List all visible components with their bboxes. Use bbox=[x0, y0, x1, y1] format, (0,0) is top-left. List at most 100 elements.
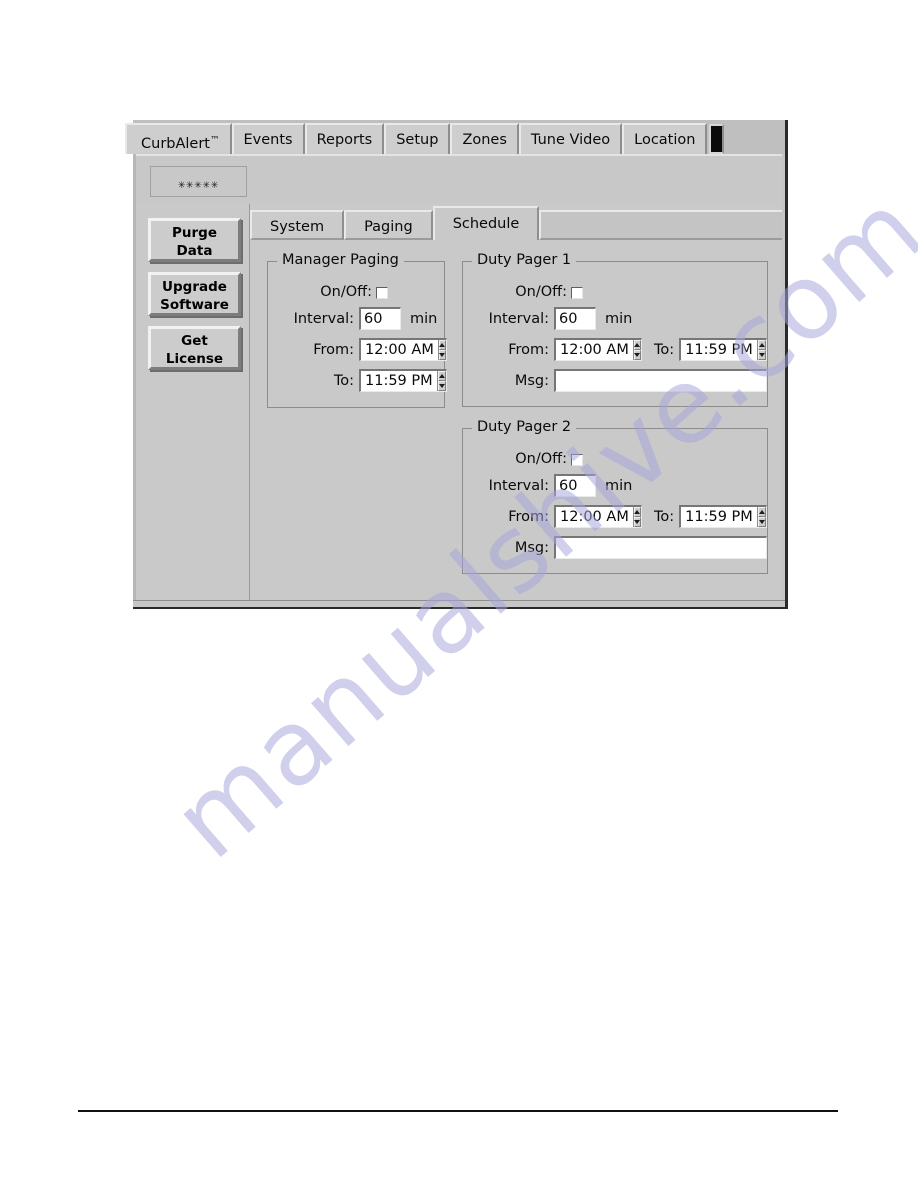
pager1-onoff-checkbox[interactable] bbox=[571, 286, 583, 299]
manager-onoff-checkbox[interactable] bbox=[376, 286, 388, 299]
tab-reports[interactable]: Reports bbox=[304, 123, 385, 154]
pager1-from-timepicker[interactable]: 12:00 AM bbox=[554, 338, 642, 361]
pager2-onoff-row: On/Off: bbox=[475, 451, 583, 467]
pager2-to-spinner[interactable] bbox=[756, 507, 767, 527]
application-window: CurbAlert™ Events Reports Setup Zones Tu… bbox=[125, 120, 788, 609]
pager1-interval-input[interactable]: 60 bbox=[554, 307, 596, 330]
pager1-from-label: From: bbox=[508, 341, 549, 358]
tab-paging[interactable]: Paging bbox=[344, 210, 433, 240]
pager1-to-spinner[interactable] bbox=[756, 340, 767, 360]
manager-to-spin-down-icon[interactable] bbox=[437, 381, 446, 391]
upgrade-software-line2: Software bbox=[160, 297, 229, 313]
pager2-from-spinner[interactable] bbox=[632, 507, 641, 527]
pager2-to-label: To: bbox=[654, 508, 675, 525]
manager-interval-row: Interval: 60 min bbox=[280, 307, 437, 330]
pager2-interval-unit: min bbox=[605, 477, 633, 494]
manager-to-spin-up-icon[interactable] bbox=[437, 371, 446, 381]
manager-from-row: From: 12:00 AM bbox=[280, 338, 447, 361]
pager1-from-value: 12:00 AM bbox=[556, 340, 633, 360]
pager1-msg-input[interactable] bbox=[554, 369, 767, 392]
manager-interval-input[interactable]: 60 bbox=[359, 307, 401, 330]
tab-tune-video[interactable]: Tune Video bbox=[518, 123, 623, 154]
pager1-onoff-label: On/Off: bbox=[515, 284, 567, 300]
pager2-interval-row: Interval: 60 min bbox=[475, 474, 632, 497]
manager-from-value: 12:00 AM bbox=[361, 340, 438, 360]
pager2-interval-label: Interval: bbox=[488, 477, 549, 494]
pager2-msg-label: Msg: bbox=[514, 539, 549, 556]
pager2-from-timepicker[interactable]: 12:00 AM bbox=[554, 505, 642, 528]
pager1-from-spin-up-icon[interactable] bbox=[633, 340, 641, 350]
manager-paging-title: Manager Paging bbox=[277, 252, 404, 268]
pager2-from-label: From: bbox=[508, 508, 549, 525]
pager2-msg-row: Msg: bbox=[475, 536, 767, 559]
pager1-interval-unit: min bbox=[605, 310, 633, 327]
pager1-interval-row: Interval: 60 min bbox=[475, 307, 632, 330]
tab-setup[interactable]: Setup bbox=[384, 123, 451, 154]
manager-from-spinner[interactable] bbox=[437, 340, 446, 360]
pager2-onoff-checkbox[interactable] bbox=[571, 453, 583, 466]
manager-to-row: To: 11:59 PM bbox=[280, 369, 447, 392]
tab-schedule[interactable]: Schedule bbox=[432, 206, 540, 240]
duty-pager-2-group: Duty Pager 2 On/Off: Interval: 60 min Fr… bbox=[462, 419, 768, 574]
manager-onoff-label: On/Off: bbox=[320, 284, 372, 300]
pager1-to-value: 11:59 PM bbox=[681, 340, 757, 360]
get-license-line2: License bbox=[165, 351, 224, 367]
get-license-button[interactable]: Get License bbox=[148, 326, 241, 370]
tab-curbalert[interactable]: CurbAlert™ bbox=[125, 123, 232, 154]
duty-pager-1-title: Duty Pager 1 bbox=[472, 252, 577, 268]
pager2-msg-input[interactable] bbox=[554, 536, 767, 559]
inner-tab-filler bbox=[539, 210, 782, 240]
purge-data-button[interactable]: Purge Data bbox=[148, 218, 241, 262]
manager-paging-group: Manager Paging On/Off: Interval: 60 min … bbox=[267, 252, 447, 408]
pager2-onoff-label: On/Off: bbox=[515, 451, 567, 467]
manager-interval-unit: min bbox=[410, 310, 438, 327]
window-bottom-edge bbox=[133, 600, 785, 607]
manager-to-timepicker[interactable]: 11:59 PM bbox=[359, 369, 447, 392]
manager-to-spinner[interactable] bbox=[436, 371, 446, 391]
pager1-msg-row: Msg: bbox=[475, 369, 767, 392]
pager1-from-spin-down-icon[interactable] bbox=[633, 350, 641, 360]
duty-pager-2-title: Duty Pager 2 bbox=[472, 419, 577, 435]
pager1-to-timepicker[interactable]: 11:59 PM bbox=[679, 338, 768, 361]
purge-data-line2: Data bbox=[176, 243, 213, 259]
tab-zones[interactable]: Zones bbox=[450, 123, 519, 154]
purge-data-line1: Purge bbox=[172, 225, 217, 241]
pager1-to-spin-up-icon[interactable] bbox=[757, 340, 767, 350]
manager-interval-label: Interval: bbox=[293, 310, 354, 327]
get-license-line1: Get bbox=[181, 333, 208, 349]
pager2-to-spin-up-icon[interactable] bbox=[757, 507, 767, 517]
tab-overflow-endcap[interactable] bbox=[709, 124, 725, 154]
pager1-interval-label: Interval: bbox=[488, 310, 549, 327]
sidebar: Purge Data Upgrade Software Get License bbox=[136, 204, 250, 600]
manager-to-label: To: bbox=[333, 372, 354, 389]
tab-system[interactable]: System bbox=[250, 210, 345, 240]
manager-onoff-row: On/Off: bbox=[280, 284, 430, 300]
content-pane: System Paging Schedule Manager Paging On… bbox=[250, 204, 782, 600]
pager1-to-spin-down-icon[interactable] bbox=[757, 350, 767, 360]
pager2-from-spin-down-icon[interactable] bbox=[633, 517, 641, 527]
pager2-from-value: 12:00 AM bbox=[556, 507, 633, 527]
pager2-to-spin-down-icon[interactable] bbox=[757, 517, 767, 527]
manager-from-label: From: bbox=[313, 341, 354, 358]
pager2-interval-input[interactable]: 60 bbox=[554, 474, 596, 497]
page-footer-rule bbox=[78, 1110, 838, 1112]
pager2-times-row: From: 12:00 AM To: 11:59 PM bbox=[475, 505, 768, 528]
upgrade-software-button[interactable]: Upgrade Software bbox=[148, 272, 241, 316]
pager2-to-timepicker[interactable]: 11:59 PM bbox=[679, 505, 768, 528]
manager-from-timepicker[interactable]: 12:00 AM bbox=[359, 338, 447, 361]
password-input[interactable]: ✳✳✳✳✳ bbox=[150, 166, 247, 197]
main-tab-strip: CurbAlert™ Events Reports Setup Zones Tu… bbox=[125, 120, 785, 154]
tab-events[interactable]: Events bbox=[231, 123, 305, 154]
manager-from-spin-up-icon[interactable] bbox=[438, 340, 446, 350]
tab-location[interactable]: Location bbox=[622, 123, 708, 154]
upgrade-software-line1: Upgrade bbox=[162, 279, 227, 295]
duty-pager-1-group: Duty Pager 1 On/Off: Interval: 60 min Fr… bbox=[462, 252, 768, 407]
pager1-times-row: From: 12:00 AM To: 11:59 PM bbox=[475, 338, 768, 361]
pager1-from-spinner[interactable] bbox=[632, 340, 641, 360]
pager2-from-spin-up-icon[interactable] bbox=[633, 507, 641, 517]
tab-curbalert-label: CurbAlert bbox=[141, 136, 210, 152]
pager1-msg-label: Msg: bbox=[514, 372, 549, 389]
manager-from-spin-down-icon[interactable] bbox=[438, 350, 446, 360]
trademark-symbol: ™ bbox=[210, 135, 220, 146]
settings-tab-strip: System Paging Schedule bbox=[250, 204, 782, 240]
